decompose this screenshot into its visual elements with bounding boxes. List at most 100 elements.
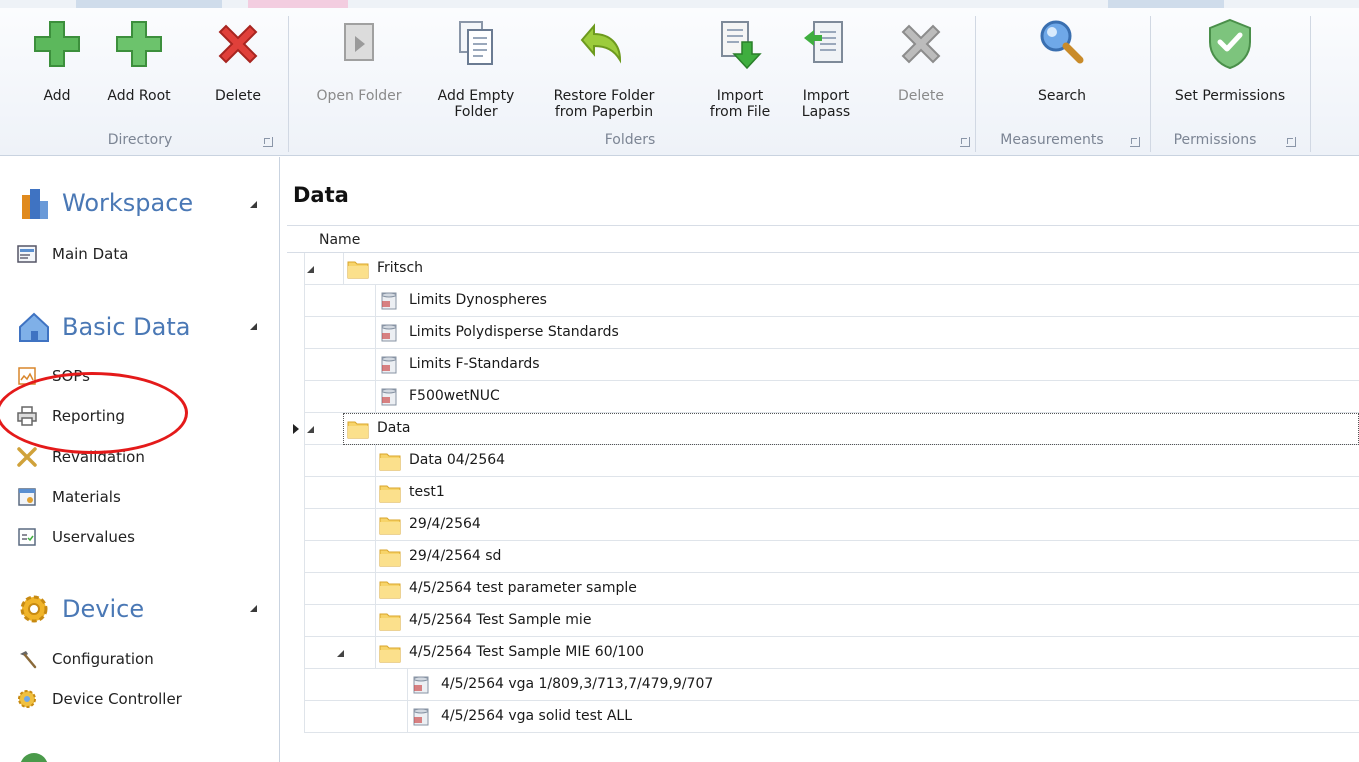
tree-row[interactable]: 4/5/2564 vga 1/809,3/713,7/479,9/707 [287,669,1359,701]
name-cell[interactable] [375,445,1359,477]
name-cell[interactable] [375,477,1359,509]
database-icon [381,324,397,342]
hammer-icon [20,651,37,669]
section-basic-data[interactable]: Basic Data [16,309,190,345]
add-button-label: Add [43,88,71,104]
group-label-folders: Folders [604,132,656,148]
row-selector[interactable] [287,253,305,285]
folders-group-launcher[interactable] [960,137,970,147]
tree-row[interactable]: Limits Dynospheres [287,285,1359,317]
row-label: Data 04/2564 [409,452,506,468]
tree-row[interactable]: 29/4/2564 [287,509,1359,541]
device-gear-icon [20,595,48,623]
tree-row[interactable]: 29/4/2564 sd [287,541,1359,573]
section-workspace[interactable]: Workspace [16,185,193,221]
tree-row[interactable]: Fritsch [287,253,1359,285]
row-selector[interactable] [287,349,305,381]
row-selector[interactable] [287,285,305,317]
tree-row[interactable]: 4/5/2564 test parameter sample [287,573,1359,605]
expand-toggle-icon[interactable] [307,426,314,433]
folder-icon [379,581,401,599]
sidebar-item-uservalues[interactable]: Uservalues [16,526,135,548]
plus-green-icon [116,21,162,67]
row-label: test1 [409,484,445,500]
next-section-globe-icon [20,753,48,762]
sidebar-item-configuration[interactable]: Configuration [16,648,154,670]
folder-icon [379,485,401,503]
row-selector[interactable] [287,669,305,701]
row-selector[interactable] [287,541,305,573]
import-file-icon [721,21,762,70]
folder-icon [379,549,401,567]
row-label: 29/4/2564 [409,516,481,532]
tree-row[interactable]: Limits Polydisperse Standards [287,317,1359,349]
section-device[interactable]: Device [16,591,144,627]
expand-toggle-icon[interactable] [337,650,344,657]
database-icon [381,356,397,374]
open-folder-button[interactable]: Open Folder [304,16,414,104]
tab-segment-pink[interactable] [248,0,348,8]
set-permissions-button[interactable]: Set Permissions [1160,16,1300,104]
row-selector[interactable] [287,605,305,637]
row-label: Limits Dynospheres [409,292,547,308]
row-selector[interactable] [287,317,305,349]
directory-group-launcher[interactable] [263,137,273,147]
sidebar-item-label: Uservalues [52,528,135,546]
sidebar-item-device-controller[interactable]: Device Controller [16,688,182,710]
collapse-basic-data-icon[interactable] [250,323,257,330]
folder-icon [379,517,401,535]
row-selector[interactable] [287,637,305,669]
column-header-name[interactable]: Name [287,225,1359,253]
tab-segment-blue[interactable] [76,0,222,8]
collapse-device-icon[interactable] [250,605,257,612]
import-from-file-button[interactable]: Import from File [700,16,780,120]
permissions-group-launcher[interactable] [1286,137,1296,147]
tree-row[interactable]: 4/5/2564 Test Sample MIE 60/100 [287,637,1359,669]
tree-row[interactable]: Data 04/2564 [287,445,1359,477]
add-root-button[interactable]: Add Root [96,16,182,104]
name-cell[interactable] [375,541,1359,573]
row-selector[interactable] [287,413,305,445]
collapse-workspace-icon[interactable] [250,201,257,208]
expand-toggle-icon[interactable] [307,266,314,273]
search-button[interactable]: Search [1012,16,1112,104]
name-cell[interactable] [375,509,1359,541]
open-folder-label: Open Folder [316,88,402,104]
tree-row[interactable]: 4/5/2564 vga solid test ALL [287,701,1359,733]
delete-folder-button[interactable]: Delete [886,16,956,104]
sidebar-item-main-data[interactable]: Main Data [16,243,128,265]
section-device-title: Device [62,595,145,623]
folder-icon [379,645,401,663]
database-icon [381,388,397,406]
tab-segment-blue-right[interactable] [1108,0,1224,8]
row-label: 4/5/2564 Test Sample mie [409,612,592,628]
tree-row[interactable]: Limits F-Standards [287,349,1359,381]
row-label: Limits F-Standards [409,356,540,372]
tree-row[interactable]: F500wetNUC [287,381,1359,413]
sidebar-item-label: Main Data [52,245,129,263]
delete-directory-button[interactable]: Delete [200,16,276,104]
import-lapass-icon [804,21,843,63]
row-selector[interactable] [287,573,305,605]
main-data-panel: Data Name Fritsch Limits Dynospheres Limit… [281,157,1359,762]
row-selector[interactable] [287,477,305,509]
row-selector[interactable] [287,701,305,733]
row-selector[interactable] [287,381,305,413]
add-empty-folder-button[interactable]: Add Empty Folder [424,16,528,120]
sidebar-item-materials[interactable]: Materials [16,486,121,508]
name-cell[interactable] [343,413,1359,445]
import-lapass-button[interactable]: Import Lapass [786,16,866,120]
tree-row[interactable]: 4/5/2564 Test Sample mie [287,605,1359,637]
row-selector[interactable] [287,445,305,477]
tree-row[interactable]: test1 [287,477,1359,509]
tree-row[interactable]: Data [287,413,1359,445]
row-label: 4/5/2564 vga 1/809,3/713,7/479,9/707 [441,676,714,692]
name-cell[interactable] [343,253,1359,285]
row-selector[interactable] [287,509,305,541]
measurements-group-launcher[interactable] [1130,137,1140,147]
database-icon [413,708,429,726]
add-button[interactable]: Add [22,16,92,104]
name-cell[interactable] [375,381,1359,413]
restore-folder-button[interactable]: Restore Folder from Paperbin [536,16,672,120]
folder-icon [379,613,401,631]
